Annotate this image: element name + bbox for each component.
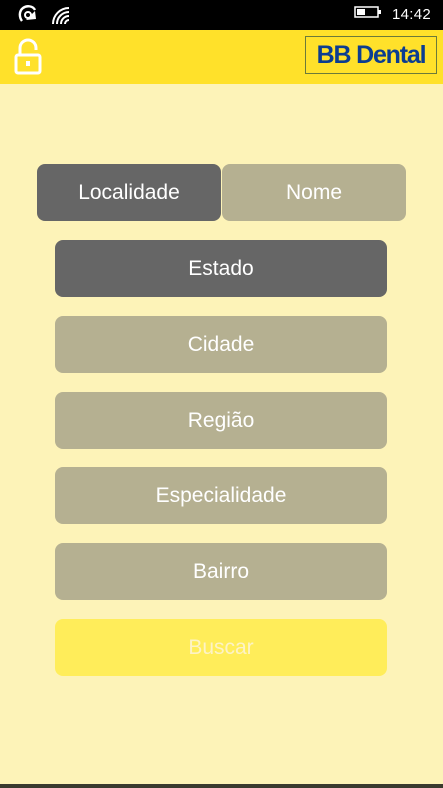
unlock-button[interactable]	[10, 38, 46, 76]
tab-localidade[interactable]: Localidade	[37, 164, 221, 221]
status-bar: 14:42	[0, 0, 443, 30]
tab-localidade-label: Localidade	[78, 180, 180, 204]
status-left	[18, 5, 70, 30]
search-mode-tabs: Localidade Nome	[37, 164, 406, 221]
bb-dental-logo: BB Dental	[305, 36, 437, 74]
battery-icon	[354, 5, 382, 24]
buscar-button[interactable]: Buscar	[55, 619, 387, 676]
especialidade-label: Especialidade	[155, 483, 287, 507]
bairro-button[interactable]: Bairro	[55, 543, 387, 600]
status-right: 14:42	[354, 5, 431, 24]
buscar-label: Buscar	[188, 635, 254, 659]
regiao-button[interactable]: Região	[55, 392, 387, 449]
cidade-label: Cidade	[187, 332, 255, 356]
app-bar: BB Dental	[0, 30, 443, 84]
especialidade-button[interactable]: Especialidade	[55, 467, 387, 524]
unlock-icon	[10, 38, 46, 80]
regiao-label: Região	[187, 408, 255, 432]
tab-nome[interactable]: Nome	[222, 164, 406, 221]
bairro-label: Bairro	[192, 559, 250, 583]
bottom-divider	[0, 784, 443, 788]
clock: 14:42	[391, 6, 431, 23]
wifi-icon	[50, 5, 70, 30]
cidade-button[interactable]: Cidade	[55, 316, 387, 373]
tab-nome-label: Nome	[285, 180, 343, 204]
estado-button[interactable]: Estado	[55, 240, 387, 297]
estado-label: Estado	[188, 256, 254, 280]
logo-text: BB Dental	[316, 40, 427, 69]
nfc-icon	[18, 5, 40, 30]
